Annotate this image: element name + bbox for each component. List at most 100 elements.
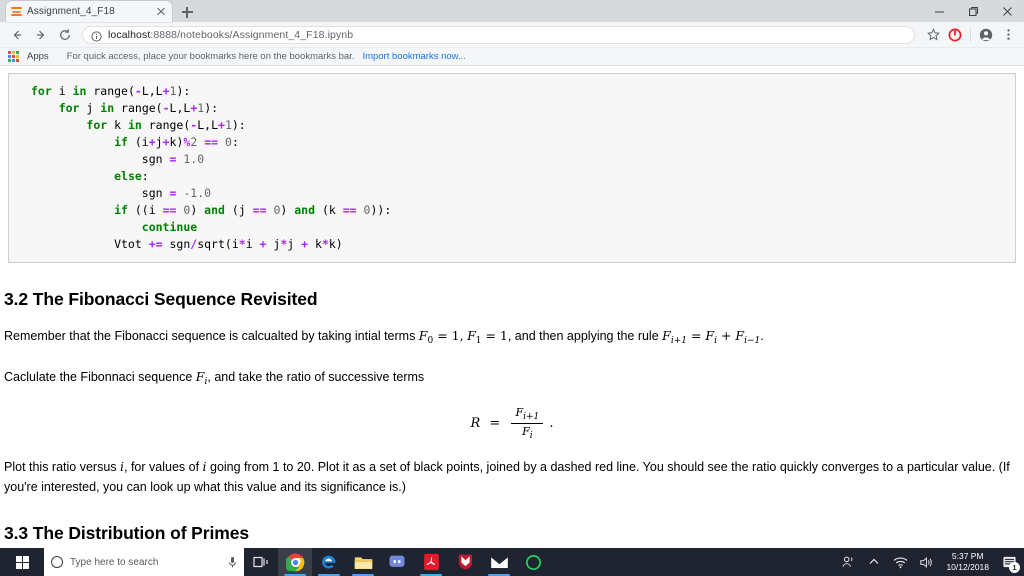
math-equals: = — [686, 328, 706, 343]
equation-period: . — [549, 416, 554, 431]
equation-fraction: Fi+1 Fi — [511, 406, 544, 441]
code-cell[interactable]: for i in range(-L,L+1): for j in range(-… — [8, 73, 1016, 263]
math-subscript: i−1 — [744, 336, 761, 346]
edge-icon — [322, 555, 336, 569]
code-line: sgn = -1.0 — [31, 185, 1015, 202]
tab-strip: Assignment_4_F18 — [0, 0, 1024, 22]
extension-icon[interactable] — [945, 24, 965, 46]
apps-grid-icon[interactable] — [8, 51, 19, 62]
paragraph-plot-instructions: Plot this ratio versus i, for values of … — [4, 457, 1012, 497]
url-text: localhost:8888/notebooks/Assignment_4_F1… — [108, 29, 353, 41]
math-symbol-F: F — [662, 328, 671, 343]
microphone-icon[interactable] — [228, 556, 237, 569]
apps-grid-dot — [8, 59, 11, 62]
minimize-button[interactable] — [922, 0, 956, 22]
code-token: (j — [224, 203, 253, 217]
math-symbol-F: F — [515, 406, 524, 419]
notebook-page: for i in range(-L,L+1): for j in range(-… — [0, 66, 1024, 548]
apps-grid-dot — [16, 51, 19, 54]
browser-toolbar: localhost:8888/notebooks/Assignment_4_F1… — [0, 22, 1024, 48]
code-line: if ((i == 0) and (j == 0) and (k == 0)): — [31, 202, 1015, 219]
taskbar-app-mcafee[interactable] — [448, 548, 482, 576]
clock-time: 5:37 PM — [951, 551, 984, 561]
chevron-up-icon[interactable] — [861, 548, 887, 576]
volume-icon[interactable] — [913, 548, 939, 576]
window-controls — [922, 0, 1024, 22]
code-line: continue — [31, 219, 1015, 236]
taskbar-app-mail[interactable] — [482, 548, 516, 576]
close-button[interactable] — [990, 0, 1024, 22]
search-placeholder: Type here to search — [70, 556, 159, 568]
start-button[interactable] — [0, 548, 44, 576]
bookmarks-bar: Apps For quick access, place your bookma… — [0, 48, 1024, 66]
url-host: localhost — [108, 28, 151, 41]
new-tab-button[interactable] — [176, 2, 198, 22]
code-line: for k in range(-L,L+1): — [31, 117, 1015, 134]
address-bar[interactable]: localhost:8888/notebooks/Assignment_4_F1… — [82, 25, 915, 44]
url-path: :8888/notebooks/Assignment_4_F18.ipynb — [150, 28, 354, 41]
para-text: Plot this ratio versus — [4, 460, 121, 474]
apps-grid-dot — [12, 51, 15, 54]
para-text: Remember that the Fibonacci sequence is … — [4, 329, 419, 343]
code-token: ): — [231, 118, 246, 132]
paragraph-fibonacci-intro: Remember that the Fibonacci sequence is … — [4, 326, 1012, 351]
back-button[interactable] — [6, 24, 28, 46]
code-token: i — [245, 237, 260, 251]
code-token: 0 — [225, 135, 232, 149]
code-token: 1.0 — [183, 152, 205, 166]
tab-title: Assignment_4_F18 — [27, 6, 115, 17]
reload-button[interactable] — [54, 24, 76, 46]
code-line: for i in range(-L,L+1): — [31, 83, 1015, 100]
browser-tab[interactable]: Assignment_4_F18 — [6, 1, 172, 22]
taskbar-app-edge[interactable] — [312, 548, 346, 576]
people-icon[interactable] — [835, 548, 861, 576]
code-token: range( — [86, 84, 135, 98]
chrome-icon — [285, 553, 304, 571]
taskbar-app-chrome[interactable] — [278, 548, 312, 576]
profile-avatar-icon[interactable] — [976, 24, 996, 46]
math-symbol-F: F — [467, 328, 476, 343]
code-token: + — [218, 118, 225, 132]
code-token: L,L — [169, 101, 191, 115]
chrome-menu-icon[interactable] — [998, 24, 1018, 46]
para-text-2: , for values of — [124, 460, 203, 474]
browser-window: Assignment_4_F18 localhost:8888/notebook… — [0, 0, 1024, 548]
clock-date: 10/12/2018 — [946, 562, 989, 572]
code-token: j — [79, 101, 101, 115]
windows-taskbar: Type here to search 5:37 PM 10/12/2018 1 — [0, 548, 1024, 576]
apps-grid-dot — [12, 59, 15, 62]
para-text-2: , and then applying the rule — [507, 329, 663, 343]
code-token: and — [204, 203, 225, 217]
restore-button[interactable] — [956, 0, 990, 22]
jupyter-icon — [11, 6, 22, 17]
code-token: ) — [190, 203, 205, 217]
code-token: k) — [169, 135, 184, 149]
close-tab-icon[interactable] — [155, 6, 167, 18]
math-symbol-F: F — [522, 425, 530, 438]
taskbar-app-spotify[interactable] — [516, 548, 550, 576]
taskbar-app-discord[interactable] — [380, 548, 414, 576]
math-symbol-F: F — [705, 328, 715, 343]
ring-icon — [525, 554, 541, 570]
apps-grid-dot — [12, 55, 15, 58]
equation-lhs: R — [470, 416, 481, 431]
equation-numerator: Fi+1 — [511, 406, 544, 424]
apps-label[interactable]: Apps — [27, 51, 49, 62]
bookmark-star-icon[interactable] — [923, 24, 943, 46]
code-token: - — [134, 84, 142, 98]
notification-center-button[interactable]: 1 — [996, 548, 1022, 576]
clock[interactable]: 5:37 PM 10/12/2018 — [939, 548, 996, 576]
forward-button[interactable] — [30, 24, 52, 46]
task-view-button[interactable] — [244, 548, 278, 576]
search-input[interactable]: Type here to search — [44, 548, 244, 576]
code-token: += — [148, 237, 163, 251]
taskbar-app-file-explorer[interactable] — [346, 548, 380, 576]
wifi-icon[interactable] — [887, 548, 913, 576]
code-token: + — [162, 84, 170, 98]
import-bookmarks-link[interactable]: Import bookmarks now... — [362, 51, 465, 62]
para-text: Caclulate the Fibonnaci sequence — [4, 370, 196, 384]
code-token: + — [162, 135, 170, 149]
taskbar-app-acrobat[interactable] — [414, 548, 448, 576]
code-token: continue — [141, 220, 198, 234]
